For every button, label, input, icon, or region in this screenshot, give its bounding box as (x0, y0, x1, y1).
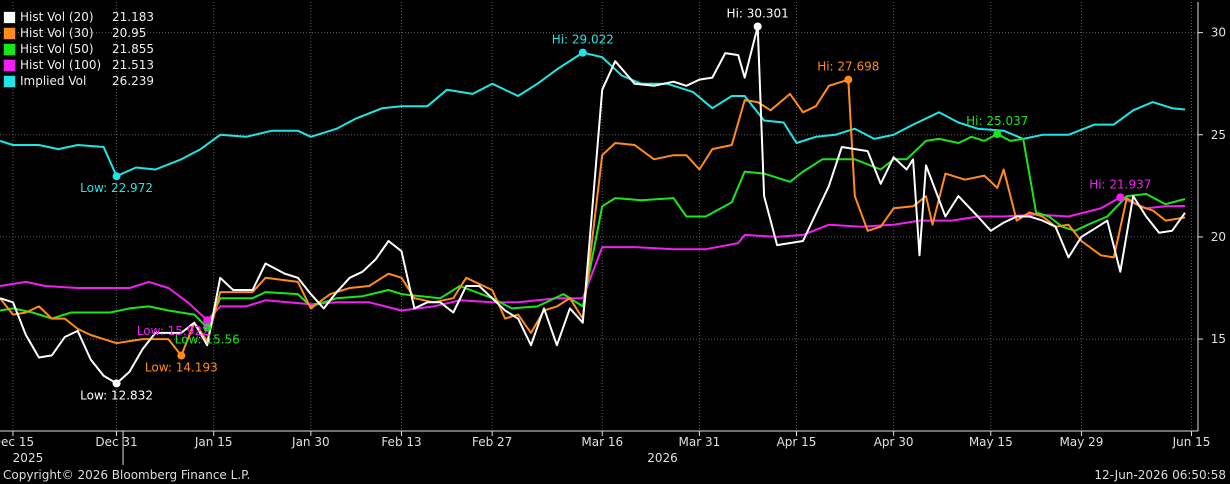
timestamp: 12-Jun-2026 06:50:58 (1094, 468, 1226, 482)
y-tick-label: 20 (1211, 230, 1226, 244)
extreme-point-marker (578, 48, 587, 57)
extreme-point-label: Hi: 25.037 (966, 114, 1028, 128)
y-tick-label: 25 (1211, 128, 1226, 142)
legend-series-value: 20.95 (112, 26, 147, 40)
x-tick-label: Feb 27 (472, 435, 512, 449)
x-tick-label: Apr 15 (777, 435, 817, 449)
x-tick-label: Mar 16 (581, 435, 623, 449)
volatility-chart: 15202530Dec 15Dec 31Jan 15Jan 30Feb 13Fe… (0, 2, 1226, 465)
x-tick-label: Apr 30 (874, 435, 914, 449)
legend-entry-implied-vol[interactable]: Implied Vol 26.239 (3, 73, 165, 89)
extreme-point-label: Low: 22.972 (80, 181, 153, 195)
chart-legend: Hist Vol (20) 21.183 Hist Vol (30) 20.95… (3, 9, 165, 89)
legend-entry-hist-vol-100[interactable]: Hist Vol (100) 21.513 (3, 57, 165, 73)
legend-series-value: 21.513 (112, 58, 154, 72)
extreme-point-marker (753, 22, 762, 31)
x-tick-label: Mar 31 (679, 435, 721, 449)
extreme-point-marker (177, 351, 186, 360)
x-tick-label: Feb 13 (381, 435, 421, 449)
y-tick-label: 15 (1211, 332, 1226, 346)
legend-series-name: Hist Vol (30) (20, 26, 94, 40)
legend-entry-hist-vol-50[interactable]: Hist Vol (50) 21.855 (3, 41, 165, 57)
year-label: 2026 (647, 451, 678, 465)
legend-series-value: 21.183 (112, 10, 154, 24)
legend-swatch (3, 42, 16, 56)
extreme-point-label: Low: 15.922 (137, 324, 210, 338)
extreme-point-label: Hi: 27.698 (817, 60, 879, 74)
x-tick-label: Jan 30 (291, 435, 330, 449)
legend-swatch (3, 26, 16, 40)
y-tick-label: 30 (1211, 26, 1226, 40)
extreme-point-label: Hi: 29.022 (552, 33, 614, 47)
extreme-point-marker (112, 379, 121, 388)
legend-entry-hist-vol-30[interactable]: Hist Vol (30) 20.95 (3, 25, 165, 41)
legend-series-name: Implied Vol (20, 74, 87, 88)
extreme-point-marker (844, 75, 853, 84)
extreme-point-marker (112, 172, 121, 181)
extreme-point-label: Low: 14.193 (145, 361, 218, 375)
legend-swatch (3, 74, 16, 88)
legend-series-name: Hist Vol (50) (20, 42, 94, 56)
extreme-point-label: Low: 12.832 (80, 388, 153, 402)
extreme-point-marker (203, 316, 212, 325)
legend-series-name: Hist Vol (100) (20, 58, 102, 72)
x-tick-label: May 29 (1059, 435, 1103, 449)
extreme-point-label: Hi: 30.301 (727, 6, 789, 20)
x-tick-label: Jun 15 (1172, 435, 1211, 449)
x-tick-label: Dec 31 (95, 435, 137, 449)
legend-series-value: 26.239 (112, 74, 154, 88)
legend-entry-hist-vol-20[interactable]: Hist Vol (20) 21.183 (3, 9, 165, 25)
x-tick-label: May 15 (969, 435, 1013, 449)
extreme-point-label: Hi: 21.937 (1089, 177, 1151, 191)
year-label: 2025 (13, 451, 44, 465)
extreme-point-marker (1116, 193, 1125, 202)
extreme-point-marker (993, 130, 1002, 139)
legend-swatch (3, 58, 16, 72)
legend-series-name: Hist Vol (20) (20, 10, 94, 24)
legend-swatch (3, 10, 16, 24)
copyright-notice: Copyright© 2026 Bloomberg Finance L.P. (3, 468, 251, 482)
legend-series-value: 21.855 (112, 42, 154, 56)
x-tick-label: Jan 15 (194, 435, 233, 449)
x-tick-label: Dec 15 (0, 435, 34, 449)
